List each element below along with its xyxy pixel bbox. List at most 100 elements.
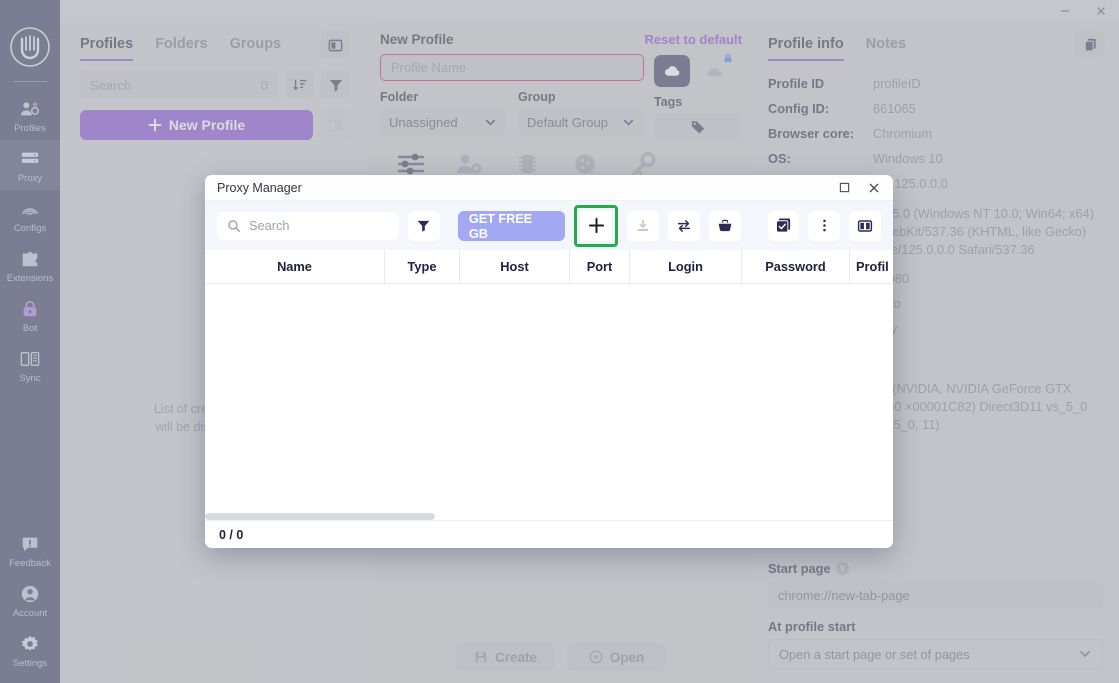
tags-button[interactable]	[654, 113, 742, 141]
import-icon	[637, 218, 649, 231]
start-page-input[interactable]: chrome://new-tab-page	[768, 581, 1103, 609]
collapse-list-button[interactable]	[321, 110, 350, 140]
close-button[interactable]	[1083, 0, 1119, 22]
sidebar-item-bot[interactable]: Bot	[0, 290, 60, 340]
at-profile-start-select[interactable]: Open a start page or set of pages	[768, 639, 1103, 669]
sidebar-item-settings[interactable]: Settings	[0, 625, 60, 683]
navigation-rail: Profiles Proxy Configs Extensions Bot Sy…	[0, 0, 60, 683]
search-input[interactable]: Search 0	[80, 71, 278, 99]
local-profile-button[interactable]	[696, 53, 732, 87]
import-proxies-button[interactable]	[627, 210, 659, 241]
at-profile-start-label: At profile start	[768, 619, 856, 634]
tab-profiles[interactable]: Profiles	[80, 36, 134, 61]
more-options-button[interactable]	[808, 210, 841, 241]
column-header-profile[interactable]: Profil	[850, 250, 892, 283]
swap-proxy-button[interactable]	[667, 210, 700, 241]
tag-icon	[691, 120, 704, 134]
tags-label: Tags	[654, 95, 683, 109]
profile-storage-toggle	[654, 53, 742, 88]
column-header-port[interactable]: Port	[570, 250, 630, 283]
minimize-button[interactable]	[1047, 0, 1083, 22]
info-value: LE (NVIDIA, NVIDIA GeForce GTX 1050 ×000…	[873, 381, 1088, 432]
proxy-filter-button[interactable]	[408, 210, 440, 241]
group-select[interactable]: Default Group	[518, 108, 644, 136]
sidebar-item-extensions[interactable]: Extensions	[0, 240, 60, 290]
copy-button[interactable]	[1075, 30, 1105, 58]
create-button[interactable]: Create	[456, 643, 555, 671]
rail-divider	[13, 81, 47, 82]
app-logo-icon	[9, 26, 51, 68]
dialog-maximize-button[interactable]	[829, 176, 859, 200]
tab-groups[interactable]: Groups	[230, 36, 282, 61]
sidebar-item-configs[interactable]: Configs	[0, 190, 60, 240]
info-row: Config ID: 661065	[768, 96, 1103, 121]
cloud-profile-button[interactable]	[654, 55, 690, 87]
column-header-host[interactable]: Host	[460, 250, 570, 283]
column-header-login[interactable]: Login	[630, 250, 742, 283]
plus-icon	[588, 217, 604, 234]
horizontal-scrollbar[interactable]	[205, 513, 893, 520]
proxy-briefcase-button[interactable]	[708, 210, 741, 241]
info-value: illa/5.0 (Windows NT 10.0; Win64; x64) e…	[873, 206, 1094, 257]
sidebar-search-row: Search 0	[60, 61, 370, 99]
filter-icon	[418, 220, 430, 232]
sidebar-item-label: Configs	[13, 223, 47, 234]
column-header-type[interactable]: Type	[385, 250, 460, 283]
sidebar-item-sync[interactable]: Sync	[0, 340, 60, 390]
sync-icon	[19, 348, 41, 370]
chevron-down-icon	[623, 119, 634, 126]
info-key: OS:	[768, 151, 791, 166]
panel-icon	[328, 39, 343, 51]
tab-profile-info[interactable]: Profile info	[768, 36, 844, 61]
scrollbar-thumb[interactable]	[205, 513, 435, 520]
proxy-table-header: Name Type Host Port Login Password Profi…	[205, 250, 893, 284]
info-value: Chromium	[873, 126, 933, 141]
dialog-title: Proxy Manager	[217, 180, 302, 195]
help-icon[interactable]: ?	[835, 562, 849, 575]
sort-button[interactable]	[285, 71, 314, 99]
sidebar-item-profiles[interactable]: Profiles	[0, 90, 60, 140]
new-profile-button[interactable]: New Profile	[80, 110, 313, 140]
cloud-icon	[664, 65, 679, 76]
info-key: Profile ID	[768, 76, 825, 91]
sidebar-item-account[interactable]: Account	[0, 575, 60, 625]
sidebar-item-proxy[interactable]: Proxy	[0, 140, 60, 190]
get-free-gb-button[interactable]: GET FREE GB	[457, 210, 566, 241]
dialog-close-button[interactable]	[859, 176, 889, 200]
profile-info-tabs: Profile info Notes	[752, 22, 1119, 61]
column-header-password[interactable]: Password	[742, 250, 850, 283]
tab-notes[interactable]: Notes	[866, 36, 906, 59]
select-all-button[interactable]	[767, 210, 800, 241]
info-value: profileID	[873, 76, 921, 91]
info-value: Windows 10	[873, 151, 943, 166]
sidebar-item-label: Bot	[22, 323, 38, 334]
open-button[interactable]: Open	[567, 643, 666, 671]
profile-startup-section: Start page ? chrome://new-tab-page At pr…	[752, 561, 1119, 669]
proxy-search-input[interactable]: Search	[217, 211, 400, 240]
group-label: Group	[518, 90, 556, 104]
more-vertical-icon	[822, 219, 826, 232]
sidebar-item-label: Proxy	[17, 173, 43, 184]
sidebar-item-label: Profiles	[14, 123, 46, 134]
account-icon	[19, 583, 41, 605]
start-page-label: Start page ?	[768, 561, 1103, 576]
new-profile-label: New Profile	[168, 117, 246, 133]
folder-select[interactable]: Unassigned	[380, 108, 506, 136]
extensions-icon	[19, 248, 41, 270]
columns-button[interactable]	[849, 210, 881, 241]
tab-folders[interactable]: Folders	[155, 36, 207, 61]
info-value: 661065	[873, 101, 916, 116]
folder-value: Unassigned	[389, 114, 458, 130]
column-header-name[interactable]: Name	[205, 250, 385, 283]
add-proxy-button[interactable]	[580, 210, 613, 241]
sidebar-item-feedback[interactable]: Feedback	[0, 525, 60, 575]
info-key: Browser core:	[768, 126, 855, 141]
panel-collapse-icon	[329, 119, 342, 131]
dialog-titlebar[interactable]: Proxy Manager	[205, 175, 893, 201]
filter-button[interactable]	[321, 71, 350, 99]
profile-name-input[interactable]: Profile Name	[380, 54, 644, 81]
lock-icon	[724, 53, 732, 63]
search-icon	[228, 219, 241, 232]
reset-to-default-link[interactable]: Reset to default	[644, 32, 742, 47]
toggle-panel-button[interactable]	[321, 31, 350, 59]
